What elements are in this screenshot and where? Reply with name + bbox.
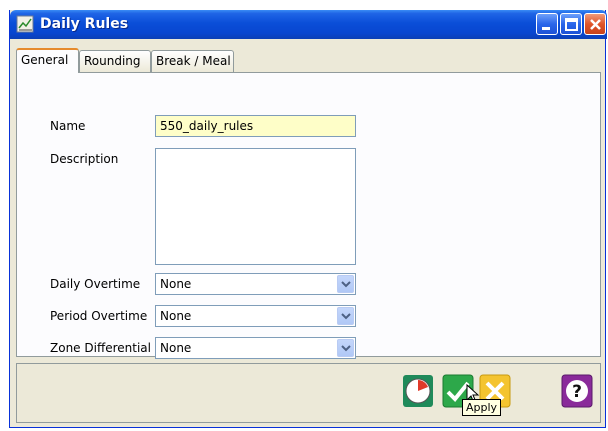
minimize-icon[interactable] — [536, 13, 558, 35]
chart-icon — [16, 15, 34, 33]
zone-differential-label: Zone Differential — [50, 341, 151, 355]
window-title: Daily Rules — [40, 16, 129, 32]
zone-differential-select[interactable]: None — [155, 337, 356, 359]
daily-rules-window: Daily Rules General Rounding Break / Mea… — [9, 10, 607, 428]
daily-overtime-value: None — [160, 277, 192, 291]
chevron-down-icon[interactable] — [337, 275, 354, 293]
chevron-down-icon[interactable] — [337, 339, 354, 357]
description-label: Description — [50, 152, 119, 166]
svg-text:?: ? — [572, 382, 582, 402]
period-overtime-value: None — [160, 309, 192, 323]
daily-overtime-select[interactable]: None — [155, 273, 356, 295]
description-field[interactable] — [155, 148, 356, 265]
action-bar: ? — [16, 363, 601, 423]
maximize-icon[interactable] — [560, 13, 582, 35]
tab-general[interactable]: General — [16, 48, 79, 73]
tab-rounding[interactable]: Rounding — [79, 50, 151, 72]
title-bar[interactable]: Daily Rules — [10, 10, 607, 39]
close-icon[interactable] — [584, 13, 606, 35]
period-overtime-select[interactable]: None — [155, 305, 356, 327]
chevron-down-icon[interactable] — [337, 307, 354, 325]
clock-icon[interactable] — [402, 374, 433, 407]
help-icon[interactable]: ? — [561, 374, 593, 408]
zone-differential-value: None — [160, 341, 192, 355]
daily-overtime-label: Daily Overtime — [50, 277, 141, 291]
name-label: Name — [50, 119, 86, 133]
name-field[interactable]: 550_daily_rules — [155, 115, 356, 137]
apply-tooltip: Apply — [462, 399, 502, 416]
tab-break-meal[interactable]: Break / Meal — [151, 50, 234, 72]
period-overtime-label: Period Overtime — [50, 309, 148, 323]
general-panel: Name 550_daily_rules Description Daily O… — [16, 72, 601, 359]
